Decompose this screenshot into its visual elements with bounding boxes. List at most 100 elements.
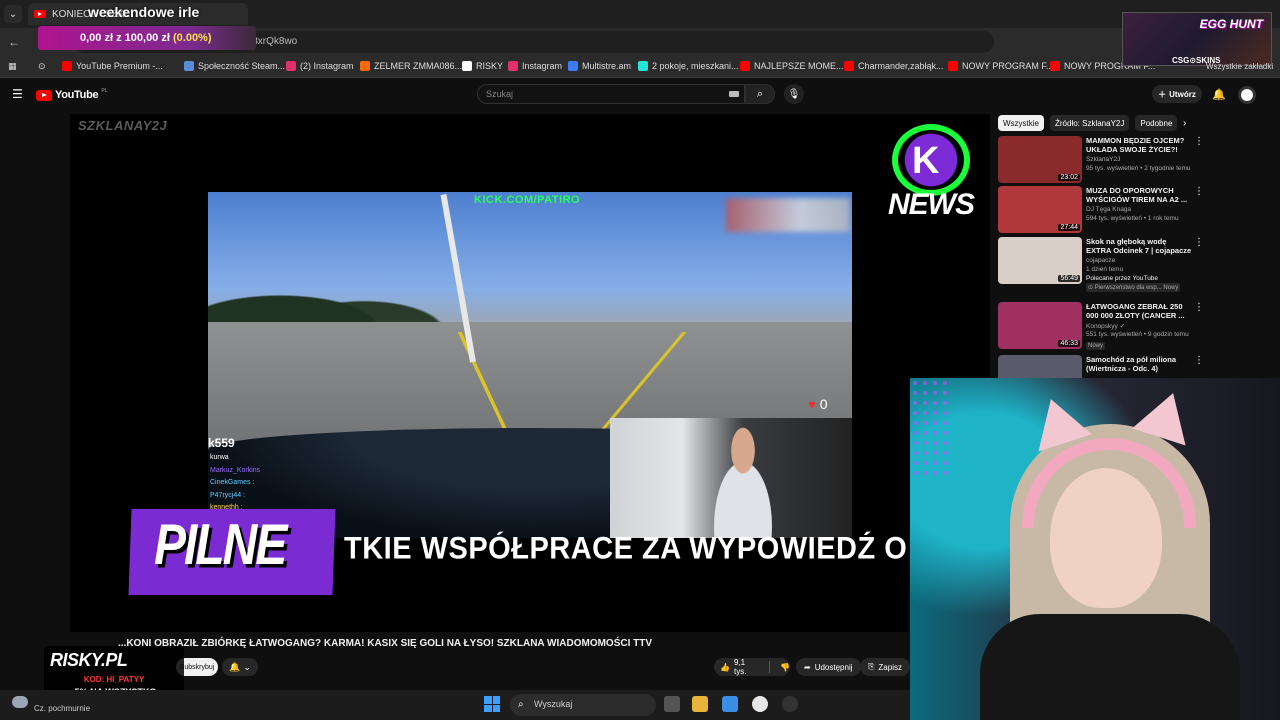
chevron-right-icon[interactable]: › (1183, 118, 1186, 129)
keyboard-icon[interactable] (729, 91, 739, 97)
recommendation-title[interactable]: ŁATWOGANG ZEBRAŁ 250 000 000 ZŁOTY (CANC… (1086, 302, 1192, 320)
more-options-icon[interactable]: ⋮ (1194, 136, 1204, 147)
apps-grid-icon[interactable]: ▦ (8, 61, 17, 72)
recommendation-item[interactable]: 27:44 MUZA DO OPOROWYCH WYŚCIGÓW TIREM N… (998, 186, 1208, 234)
recommendation-title[interactable]: Samochód za pół miliona (Wiertnicza - Od… (1086, 355, 1192, 373)
chevron-down-icon: ⌄ (243, 661, 251, 672)
thumbs-down-icon[interactable]: 👎 (780, 663, 790, 672)
save-button[interactable]: ⎘ Zapisz (860, 658, 910, 676)
recommendation-thumbnail[interactable]: 46:33 (998, 302, 1082, 349)
bookmark-item[interactable]: Multistre.am (568, 61, 631, 71)
bookmark-label: Instagram (522, 61, 563, 71)
recommendation-item[interactable]: 23:02 MAMMON BĘDZIE OJCEM? UKŁADA SWOJE … (998, 136, 1208, 184)
recommendation-thumbnail[interactable]: 27:44 (998, 186, 1082, 233)
background-lights (910, 378, 950, 478)
more-options-icon[interactable]: ⋮ (1194, 186, 1204, 197)
recommendation-badge: ⊙ Pierwszeństwo dla wsp... Nowy (1086, 283, 1181, 292)
more-options-icon[interactable]: ⋮ (1194, 237, 1204, 248)
store-icon[interactable] (722, 696, 738, 712)
recommendation-channel[interactable]: SzklanaY2J (1086, 156, 1120, 163)
tab-search-chevron-icon[interactable]: ⌄ (4, 5, 22, 23)
share-button[interactable]: ➦ Udostępnij (796, 658, 861, 676)
embedded-driving-video: KICK.COM/PATIRO ♥ 0 k559 kurwa Markuz_Kor… (208, 192, 852, 538)
taskbar-search-input[interactable]: Wyszukaj (510, 694, 656, 716)
file-explorer-icon[interactable] (692, 696, 708, 712)
menu-icon[interactable]: ☰ (12, 88, 24, 100)
recommendation-item[interactable]: 46:33 ŁATWOGANG ZEBRAŁ 250 000 000 ZŁOTY… (998, 302, 1208, 350)
search-input[interactable]: Szukaj (477, 84, 745, 104)
microphone-icon[interactable]: 🎙 (784, 84, 804, 104)
cloud-icon[interactable] (12, 696, 28, 708)
recommendation-thumbnail[interactable]: 23:02 (998, 136, 1082, 183)
chat-count: k559 (208, 436, 235, 450)
bookmark-item[interactable]: NOWY PROGRAM F... (948, 61, 1053, 71)
bookmark-item[interactable]: YouTube Premium -... (62, 61, 163, 71)
recommendation-title[interactable]: Skok na głęboką wodę EXTRA Odcinek 7 | c… (1086, 237, 1192, 255)
create-button[interactable]: ＋ Utwórz (1152, 85, 1202, 103)
task-view-icon[interactable] (664, 696, 680, 712)
youtube-logo-text: YouTube (55, 89, 99, 101)
bookmark-favicon-icon (360, 61, 370, 71)
driver-facecam (610, 418, 852, 538)
recommendation-channel[interactable]: Konopskyy ✓ (1086, 322, 1125, 330)
pilne-label: PILNE (154, 513, 287, 578)
recommendation-meta: 594 tys. wyświetleń • 1 rok temu (1086, 215, 1179, 222)
news-ticker: TKIE WSPÓŁPRACE ZA WYPOWIEDŹ O ZBIÓRCE (344, 531, 990, 567)
more-options-icon[interactable]: ⋮ (1194, 355, 1204, 366)
chip-all[interactable]: Wszystkie (998, 115, 1044, 131)
back-arrow-icon[interactable]: ← (6, 34, 22, 50)
account-avatar[interactable] (1238, 86, 1256, 104)
share-label: Udostępnij (814, 662, 853, 672)
chrome-icon[interactable] (752, 696, 768, 712)
all-bookmarks-link[interactable]: Wszystkie zakładki (1206, 62, 1273, 71)
donation-goal-overlay: 0,00 zł z 100,00 zł (0.00%) (38, 26, 256, 50)
bookmark-favicon-icon (62, 61, 72, 71)
save-icon: ⎘ (868, 662, 875, 671)
risky-promo-code: KOD: HI_PATYY (83, 675, 145, 684)
bookmark-item[interactable]: Społeczność Steam... (184, 61, 285, 71)
bookmark-item[interactable]: (2) Instagram (286, 61, 354, 71)
recommendation-thumbnail[interactable] (998, 355, 1082, 379)
bookmark-label: 2 pokoje, mieszkani... (652, 61, 739, 71)
bookmark-label: ZELMER ZMMA086... (374, 61, 463, 71)
recommendation-item[interactable]: 56:49 Skok na głęboką wodę EXTRA Odcinek… (998, 237, 1208, 292)
news-badge-logo: K NEWS (888, 122, 978, 226)
windows-start-icon[interactable] (484, 696, 500, 712)
bookmark-item[interactable]: Instagram (508, 61, 562, 71)
recommendation-channel[interactable]: cojapacze (1086, 257, 1115, 264)
chip-source[interactable]: Źródło: SzklanaY2J (1050, 115, 1130, 131)
stream-chat: kurwa Markuz_Korkins CinekGames : P47ryc… (210, 452, 260, 515)
chip-related[interactable]: Podobne (1135, 115, 1178, 131)
recommendation-item[interactable]: Samochód za pół miliona (Wiertnicza - Od… (998, 355, 1208, 379)
app-icon[interactable] (782, 696, 798, 712)
bookmark-item[interactable]: ZELMER ZMMA086... (360, 61, 462, 71)
bookmark-item[interactable]: RISKY (462, 61, 503, 71)
bookmark-label: RISKY (476, 61, 504, 71)
more-options-icon[interactable]: ⋮ (1194, 302, 1204, 313)
bookmark-item[interactable]: NAJLEPSZE MOME... (740, 61, 844, 71)
youtube-favicon-icon (34, 10, 46, 18)
recommendation-title[interactable]: MAMMON BĘDZIE OJCEM? UKŁADA SWOJE ŻYCIE?… (1086, 136, 1192, 154)
bookmark-item[interactable]: 2 pokoje, mieszkani... (638, 61, 739, 71)
video-title: ...KONI OBRAZIŁ ZBIÓRKĘ ŁATWOGANG? KARMA… (118, 638, 653, 649)
search-icon[interactable]: ⌕ (745, 84, 775, 104)
bookmark-item[interactable]: Charmander,zabłąk... (844, 61, 944, 71)
notifications-bell-icon[interactable]: 🔔 (1212, 88, 1226, 101)
recommendation-thumbnail[interactable]: 56:49 (998, 237, 1082, 284)
bookmark-label: NAJLEPSZE MOME... (754, 61, 844, 71)
youtube-logo[interactable]: YouTube PL (36, 88, 107, 101)
heart-count-value: 0 (819, 396, 828, 412)
weather-text[interactable]: Cz. pochmurnie (34, 704, 90, 713)
recommendation-channel[interactable]: DJ Tęga Knaga (1086, 206, 1131, 213)
bookmark-label: Multistre.am (582, 61, 632, 71)
bookmark-icon[interactable]: ⊙ (38, 61, 46, 72)
blurred-overlay (726, 198, 850, 232)
share-icon: ➦ (804, 662, 811, 672)
bookmark-label: (2) Instagram (300, 61, 354, 71)
recommendation-title[interactable]: MUZA DO OPOROWYCH WYŚCIGÓW TIREM NA A2 .… (1086, 186, 1192, 204)
video-player[interactable]: SZKLANAY2J K NEWS KICK.COM/PATIRO ♥ 0 k55… (70, 114, 990, 632)
kick-channel-label: KICK.COM/PATIRO (474, 194, 581, 206)
thumbs-up-icon[interactable]: 👍 (720, 663, 730, 672)
notification-bell-button[interactable]: 🔔 ⌄ (222, 658, 258, 676)
like-count[interactable]: 9,1 tys. (734, 658, 759, 676)
